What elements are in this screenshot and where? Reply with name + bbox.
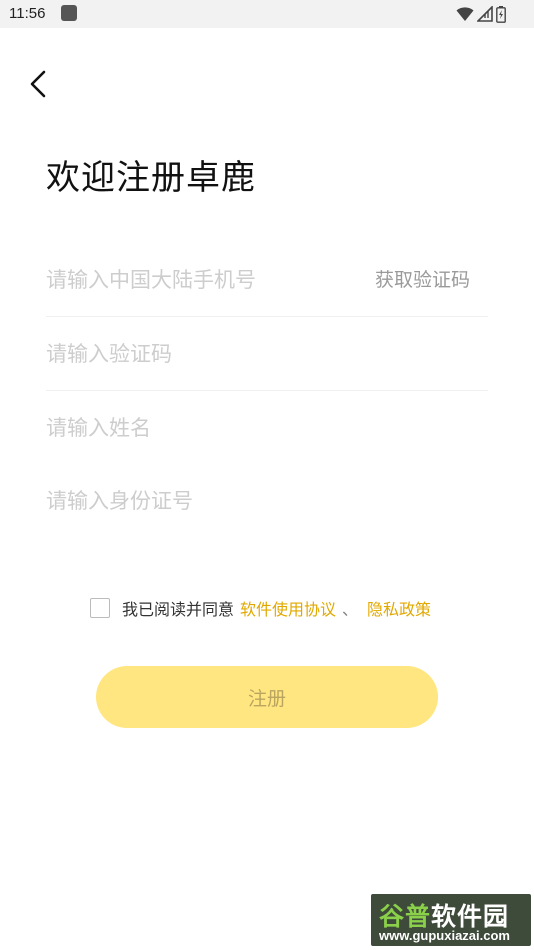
terms-link[interactable]: 软件使用协议 (240, 596, 336, 620)
code-field-row (46, 318, 488, 391)
battery-icon (496, 5, 506, 23)
register-button[interactable]: 注册 (96, 666, 438, 728)
phone-field-row: 获取验证码 (46, 244, 488, 317)
id-field-row (46, 465, 488, 537)
agreement-separator: 、 (342, 600, 359, 619)
status-bar: 11:56 (0, 0, 534, 28)
agreement-checkbox[interactable] (90, 598, 110, 618)
app-notification-icon (61, 5, 77, 21)
signal-icon (477, 6, 493, 22)
id-number-input[interactable] (46, 465, 488, 537)
name-field-row (46, 392, 488, 464)
privacy-link[interactable]: 隐私政策 (367, 596, 431, 620)
agreement-text: 我已阅读并同意 (122, 600, 235, 619)
page-title: 欢迎注册卓鹿 (46, 158, 256, 198)
agreement-row: 我已阅读并同意 软件使用协议 、 隐私政策 (90, 596, 431, 620)
get-code-button[interactable]: 获取验证码 (375, 244, 470, 316)
back-button[interactable] (18, 64, 58, 104)
chevron-left-icon (30, 70, 46, 98)
status-icons (456, 5, 506, 23)
watermark-logo: 谷普软件园 www.gupuxiazai.com (371, 894, 531, 946)
wifi-icon (456, 7, 474, 21)
watermark-url: www.gupuxiazai.com (379, 928, 510, 943)
verification-code-input[interactable] (46, 318, 488, 390)
status-time: 11:56 (9, 5, 46, 22)
name-input[interactable] (46, 392, 488, 464)
phone-input[interactable] (46, 244, 346, 316)
